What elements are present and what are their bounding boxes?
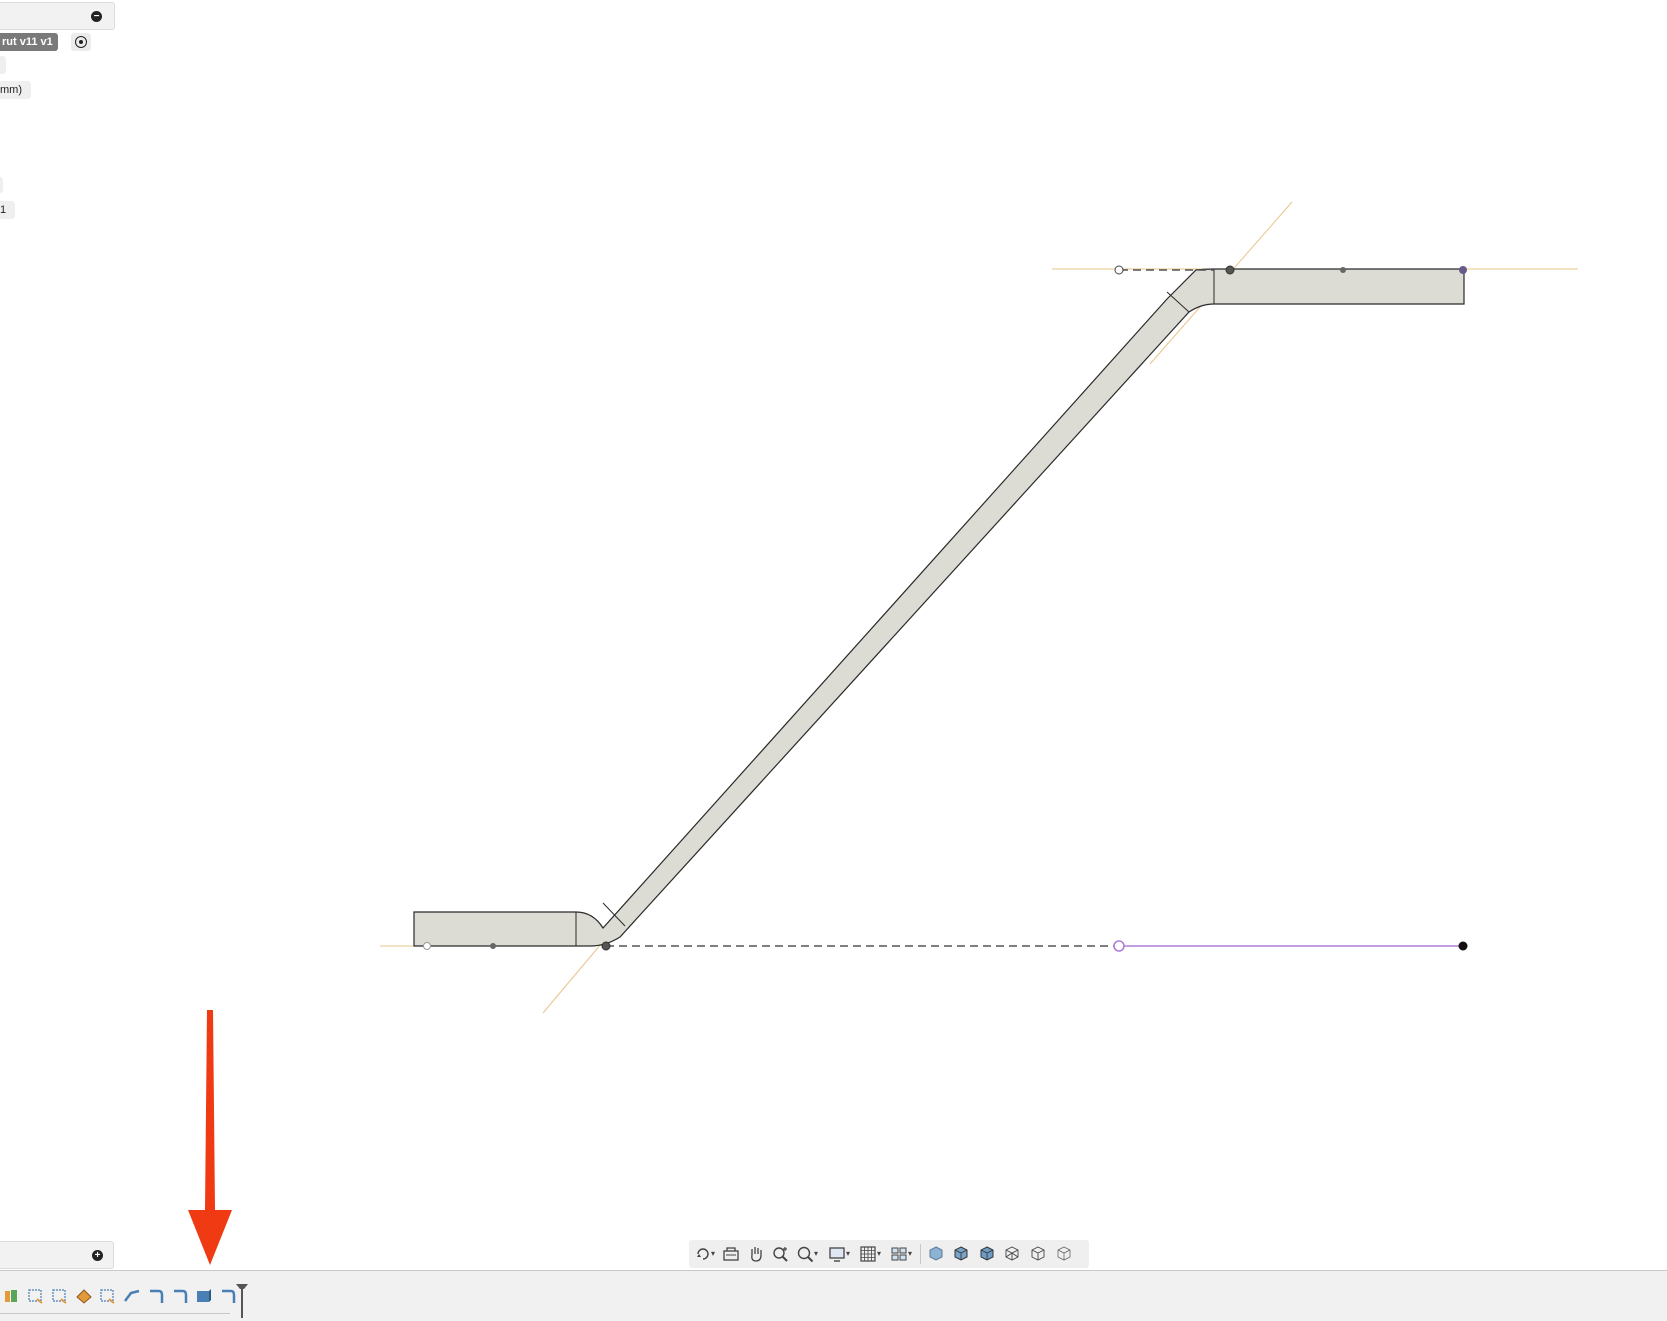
sketch-feature-icon[interactable] xyxy=(51,1287,69,1305)
units-node-label[interactable]: mm) xyxy=(0,81,31,99)
comments-panel-header[interactable]: + xyxy=(0,1241,114,1269)
bend-feature-icon[interactable] xyxy=(171,1287,189,1305)
wireframe-hidden-edges-cube-icon[interactable] xyxy=(1029,1245,1047,1263)
chevron-down-icon[interactable]: ▾ xyxy=(814,1245,820,1263)
document-node-label[interactable]: rut v11 v1 xyxy=(0,33,58,51)
sketch-point-open-bottom[interactable] xyxy=(423,942,431,950)
wireframe-visible-edges-cube-icon[interactable] xyxy=(1055,1245,1073,1263)
timeline-marker-icon[interactable] xyxy=(236,1284,248,1318)
timeline xyxy=(0,1270,1667,1321)
browser-panel-header[interactable]: − xyxy=(0,2,115,30)
sketch-feature-icon[interactable] xyxy=(99,1287,117,1305)
shaded-visible-edges-cube-icon[interactable] xyxy=(978,1245,996,1263)
sketch-point-top-1[interactable] xyxy=(1225,265,1235,275)
grid-settings-icon[interactable] xyxy=(859,1245,877,1263)
wireframe-cube-icon[interactable] xyxy=(1003,1245,1021,1263)
sketch-point-open-top[interactable] xyxy=(1114,265,1124,275)
sketch-canvas[interactable] xyxy=(0,0,1667,1270)
chevron-down-icon[interactable]: ▾ xyxy=(908,1245,914,1263)
browser-item-index-label[interactable]: 1 xyxy=(0,201,16,219)
orbit-icon[interactable] xyxy=(694,1245,712,1263)
chevron-down-icon[interactable]: ▾ xyxy=(711,1245,717,1263)
sketch-point-bottom-end[interactable] xyxy=(1458,941,1468,951)
radio-target-icon[interactable] xyxy=(71,33,91,51)
plus-circle-icon[interactable]: + xyxy=(92,1250,103,1261)
viewports-icon[interactable] xyxy=(890,1245,908,1263)
navigation-bar: ▾ ▾ ▾ ▾ ▾ xyxy=(689,1240,1089,1268)
browser-item-stub-2[interactable] xyxy=(0,177,3,193)
sheet-feature-icon[interactable] xyxy=(75,1287,93,1305)
bend-feature-icon[interactable] xyxy=(147,1287,165,1305)
chevron-down-icon[interactable]: ▾ xyxy=(877,1245,883,1263)
sketch-point-bottom-1[interactable] xyxy=(490,943,496,949)
sketch-point-bottom-2[interactable] xyxy=(601,941,611,951)
sketch-point-top-end[interactable] xyxy=(1459,266,1467,274)
sheet-metal-profile[interactable] xyxy=(413,268,1465,947)
fusion-window: − rut v11 v1 mm) 1 + ▾ ▾ ▾ ▾ ▾ xyxy=(0,0,1667,1321)
timeline-ruler xyxy=(0,1313,230,1314)
chevron-down-icon[interactable]: ▾ xyxy=(846,1245,852,1263)
look-at-icon[interactable] xyxy=(722,1245,740,1263)
minus-circle-icon[interactable]: − xyxy=(91,11,102,22)
bend-feature-icon[interactable] xyxy=(219,1287,237,1305)
pan-hand-icon[interactable] xyxy=(747,1245,765,1263)
shaded-hidden-edges-cube-icon[interactable] xyxy=(952,1245,970,1263)
bend-feature-icon[interactable] xyxy=(123,1287,141,1305)
zoom-icon[interactable] xyxy=(772,1245,790,1263)
zoom-window-icon[interactable] xyxy=(797,1245,815,1263)
annotation-arrow-icon xyxy=(188,1010,232,1265)
sketch-point-purple-open[interactable] xyxy=(1113,940,1125,952)
shaded-cube-icon[interactable] xyxy=(927,1245,945,1263)
browser-item-stub[interactable] xyxy=(0,56,6,74)
sketch-point-top-2[interactable] xyxy=(1340,267,1346,273)
sketch-feature-icon[interactable] xyxy=(27,1287,45,1305)
flat-pattern-feature-icon[interactable] xyxy=(195,1287,213,1305)
toolbar-divider xyxy=(920,1244,921,1264)
flange-feature-icon[interactable] xyxy=(3,1287,21,1305)
display-settings-icon[interactable] xyxy=(828,1245,846,1263)
